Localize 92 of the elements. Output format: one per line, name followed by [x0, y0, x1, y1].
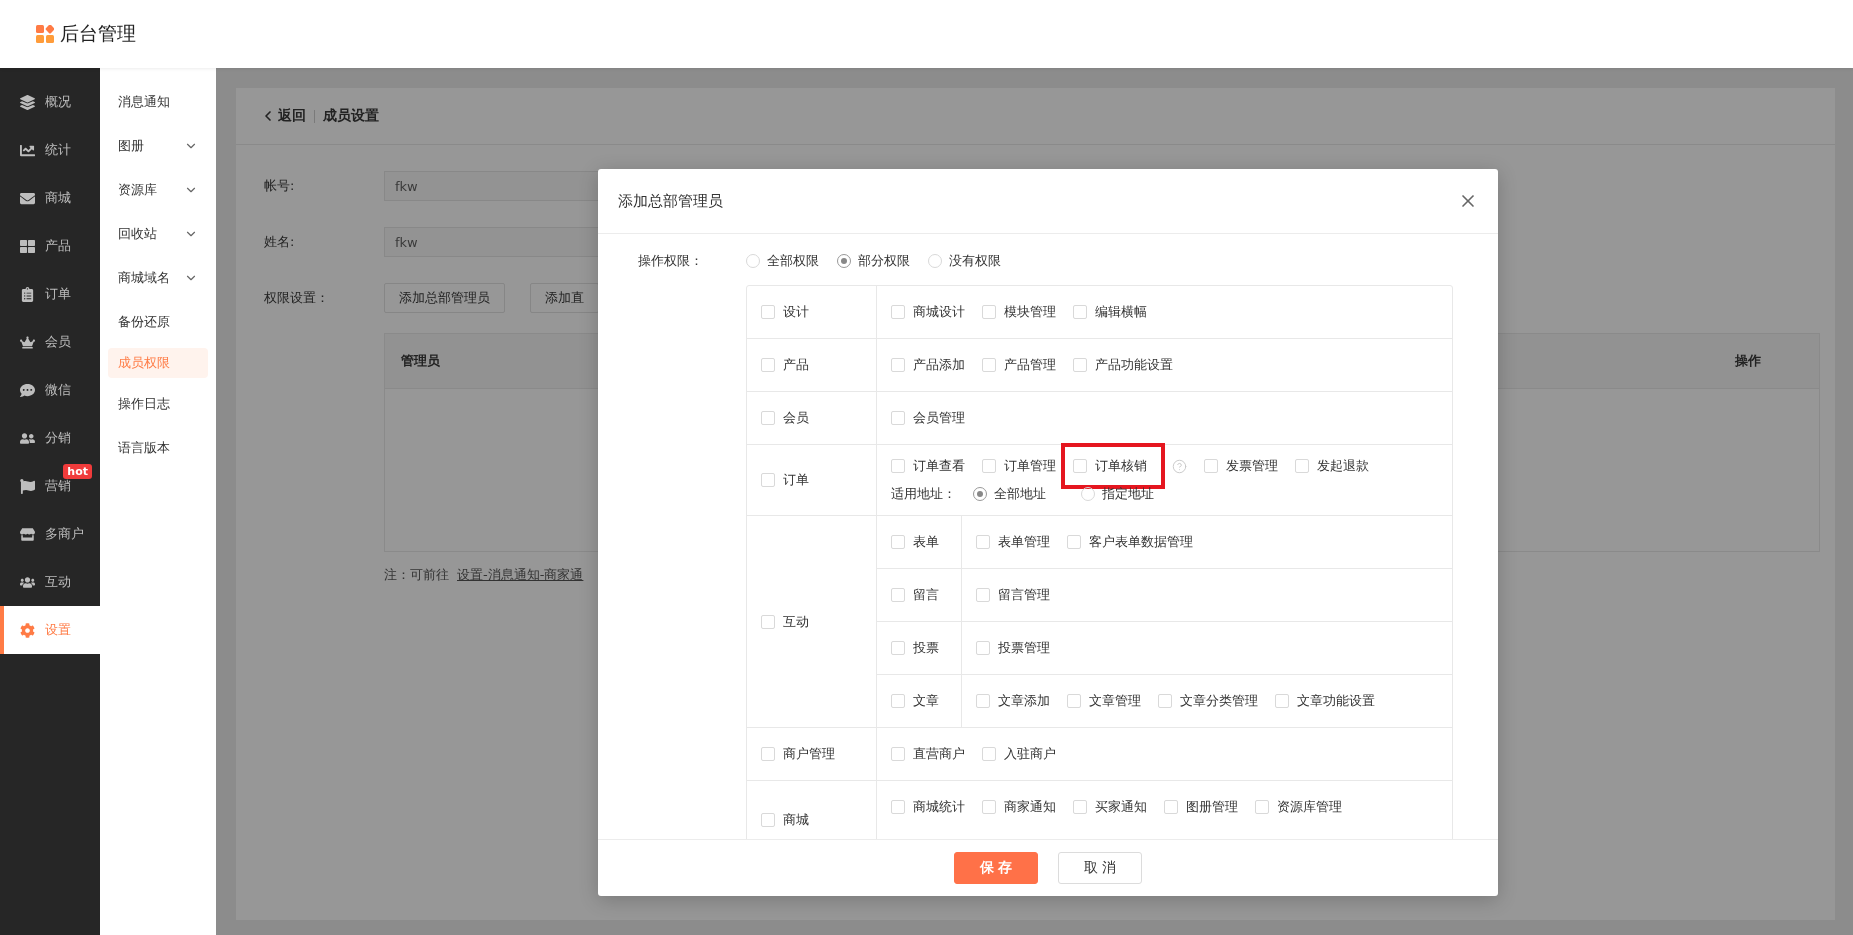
- layers-icon: [20, 94, 35, 110]
- field-label: 帐号:: [264, 177, 296, 195]
- field-label: 权限设置：: [264, 289, 330, 307]
- page-title: 成员设置: [323, 107, 379, 125]
- scope-radio[interactable]: 部分权限: [837, 252, 910, 270]
- permission-checkbox[interactable]: 产品管理: [982, 356, 1056, 374]
- permission-checkbox[interactable]: 投票管理: [976, 639, 1050, 657]
- permission-checkbox[interactable]: 编辑横幅: [1073, 303, 1147, 321]
- column-header: 管理员: [401, 352, 440, 370]
- app-title: 后台管理: [60, 21, 136, 46]
- nav-item[interactable]: 微信: [0, 366, 100, 414]
- gear-icon: [20, 622, 35, 638]
- permission-checkbox[interactable]: 文章管理: [1067, 692, 1141, 710]
- permission-checkbox[interactable]: 留言: [891, 586, 939, 604]
- subnav-item[interactable]: 图册: [108, 124, 208, 168]
- nav-item[interactable]: 概况: [0, 78, 100, 126]
- subnav-item[interactable]: 备份还原: [108, 300, 208, 344]
- nav-item[interactable]: 互动: [0, 558, 100, 606]
- permission-checkbox[interactable]: 会员管理: [891, 409, 965, 427]
- nav-item[interactable]: hot 营销: [0, 462, 100, 510]
- subnav-item[interactable]: 操作日志: [108, 382, 208, 426]
- address-radio[interactable]: 全部地址: [973, 485, 1046, 503]
- chat-icon: [20, 382, 35, 398]
- nav-item[interactable]: 会员: [0, 318, 100, 366]
- permission-checkbox[interactable]: 订单管理: [982, 457, 1056, 475]
- nav-item[interactable]: 商城: [0, 174, 100, 222]
- scope-label: 操作权限：: [638, 252, 704, 270]
- permission-checkbox[interactable]: 买家通知: [1073, 798, 1147, 816]
- permission-checkbox[interactable]: 商城设计: [891, 303, 965, 321]
- envelope-icon: [20, 190, 35, 206]
- field-label: 姓名:: [264, 233, 296, 251]
- users-icon: [20, 430, 35, 446]
- permission-checkbox[interactable]: 直营商户: [891, 745, 965, 763]
- permission-checkbox[interactable]: 文章添加: [976, 692, 1050, 710]
- permission-checkbox[interactable]: 产品功能设置: [1073, 356, 1173, 374]
- permission-checkbox[interactable]: 订单查看: [891, 457, 965, 475]
- subnav-item[interactable]: 资源库: [108, 168, 208, 212]
- permission-checkbox[interactable]: 订单核销: [1073, 457, 1147, 475]
- flag-icon: [20, 478, 35, 494]
- subnav-item[interactable]: 消息通知: [108, 80, 208, 124]
- permission-checkbox[interactable]: 发票管理: [1204, 457, 1278, 475]
- permission-checkbox[interactable]: 产品: [761, 356, 809, 374]
- hot-badge: hot: [63, 464, 92, 479]
- permission-checkbox[interactable]: 发起退款: [1295, 457, 1369, 475]
- add-admin-button[interactable]: 添加直: [530, 283, 599, 313]
- nav-item[interactable]: 统计: [0, 126, 100, 174]
- crown-icon: [20, 334, 35, 350]
- address-label: 适用地址：: [891, 485, 956, 503]
- permission-checkbox[interactable]: 表单: [891, 533, 939, 551]
- permission-checkbox[interactable]: 文章功能设置: [1275, 692, 1375, 710]
- permission-checkbox[interactable]: 商家通知: [982, 798, 1056, 816]
- permission-checkbox[interactable]: 会员: [761, 409, 809, 427]
- permission-checkbox[interactable]: 产品添加: [891, 356, 965, 374]
- scope-radio[interactable]: 全部权限: [746, 252, 819, 270]
- nav-item[interactable]: 订单: [0, 270, 100, 318]
- permission-checkbox[interactable]: 互动: [761, 612, 809, 631]
- people-icon: [20, 574, 35, 590]
- grid-icon: [20, 238, 35, 254]
- store-icon: [20, 526, 35, 542]
- permission-checkbox[interactable]: 留言管理: [976, 586, 1050, 604]
- permission-checkbox[interactable]: 客户表单数据管理: [1067, 533, 1193, 551]
- settings-link[interactable]: 设置-消息通知-商家通: [457, 566, 584, 584]
- nav-item[interactable]: 分销: [0, 414, 100, 462]
- clipboard-icon: [20, 286, 35, 302]
- cancel-button[interactable]: 取 消: [1058, 852, 1142, 884]
- permission-checkbox[interactable]: 文章: [891, 692, 939, 710]
- permission-checkbox[interactable]: 商城: [761, 811, 809, 829]
- back-link[interactable]: 返回: [260, 107, 306, 125]
- logo-icon: [36, 25, 54, 43]
- permission-checkbox[interactable]: 商城统计: [891, 798, 965, 816]
- permission-checkbox[interactable]: 资源库管理: [1255, 798, 1342, 816]
- add-admin-button[interactable]: 添加总部管理员: [384, 283, 505, 313]
- nav-item[interactable]: 产品: [0, 222, 100, 270]
- permission-checkbox[interactable]: 文章分类管理: [1158, 692, 1258, 710]
- column-header: 操作: [1735, 352, 1761, 370]
- subnav-item[interactable]: 语言版本: [108, 426, 208, 470]
- dialog-title: 添加总部管理员: [618, 191, 723, 211]
- permission-checkbox[interactable]: 设计: [761, 303, 809, 321]
- permission-checkbox[interactable]: 投票: [891, 639, 939, 657]
- address-radio[interactable]: 指定地址: [1081, 485, 1154, 503]
- nav-item[interactable]: 多商户: [0, 510, 100, 558]
- scope-radio[interactable]: 没有权限: [928, 252, 1001, 270]
- subnav-item[interactable]: 商城域名: [108, 256, 208, 300]
- permission-checkbox[interactable]: 表单管理: [976, 533, 1050, 551]
- subnav-item[interactable]: 回收站: [108, 212, 208, 256]
- permission-checkbox[interactable]: 商户管理: [761, 745, 835, 763]
- permission-checkbox[interactable]: 图册管理: [1164, 798, 1238, 816]
- permission-checkbox[interactable]: 入驻商户: [982, 745, 1056, 763]
- chart-icon: [20, 142, 35, 158]
- permission-checkbox[interactable]: 订单: [761, 471, 809, 489]
- note-text: 注：可前往: [384, 566, 449, 584]
- permission-checkbox[interactable]: 模块管理: [982, 303, 1056, 321]
